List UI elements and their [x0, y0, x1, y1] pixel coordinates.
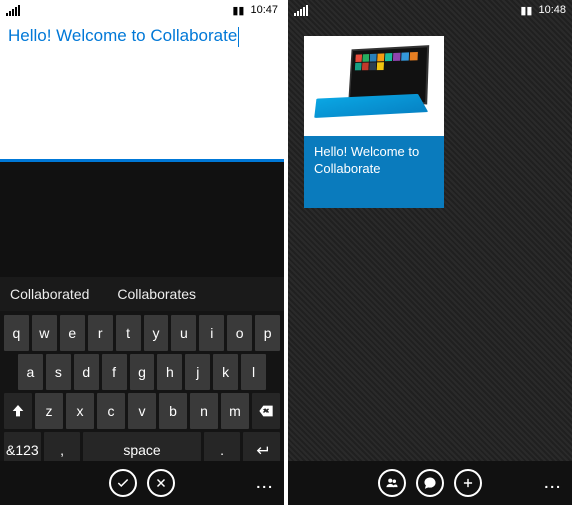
editor-background	[0, 162, 284, 277]
cancel-button[interactable]	[147, 469, 175, 497]
key-h[interactable]: h	[157, 354, 182, 390]
key-l[interactable]: l	[241, 354, 266, 390]
key-x[interactable]: x	[66, 393, 94, 429]
key-c[interactable]: c	[97, 393, 125, 429]
key-m[interactable]: m	[221, 393, 249, 429]
key-z[interactable]: z	[35, 393, 63, 429]
status-bar: ▮▮ 10:48	[288, 0, 572, 20]
chat-button[interactable]	[416, 469, 444, 497]
key-s[interactable]: s	[46, 354, 71, 390]
key-q[interactable]: q	[4, 315, 29, 351]
app-bar: ...	[288, 461, 572, 505]
keyboard-row-2: asdfghjkl	[4, 354, 280, 390]
battery-icon: ▮▮	[232, 4, 244, 17]
key-j[interactable]: j	[185, 354, 210, 390]
key-i[interactable]: i	[199, 315, 224, 351]
editor-content: Hello! Welcome to Collaborate	[8, 26, 237, 45]
text-cursor	[238, 27, 239, 47]
keyboard-row-3: zxcvbnm	[4, 393, 280, 429]
compose-screen: ▮▮ 10:47 Hello! Welcome to Collaborate C…	[0, 0, 284, 505]
add-button[interactable]	[454, 469, 482, 497]
battery-icon: ▮▮	[520, 4, 532, 17]
signal-icon	[6, 5, 20, 16]
key-y[interactable]: y	[144, 315, 169, 351]
keyboard-suggestions: Collaborated Collaborates	[0, 277, 284, 311]
feed-screen: ▮▮ 10:48 Hello! Welcome to Collaborate .…	[288, 0, 572, 505]
key-t[interactable]: t	[116, 315, 141, 351]
signal-icon	[294, 5, 308, 16]
key-a[interactable]: a	[18, 354, 43, 390]
more-button[interactable]: ...	[544, 475, 562, 491]
key-b[interactable]: b	[159, 393, 187, 429]
backspace-key[interactable]	[252, 393, 280, 429]
post-caption[interactable]: Hello! Welcome to Collaborate	[304, 136, 444, 208]
post-image[interactable]	[304, 36, 444, 136]
key-d[interactable]: d	[74, 354, 99, 390]
device-illustration	[314, 47, 434, 125]
accept-button[interactable]	[109, 469, 137, 497]
status-bar: ▮▮ 10:47	[0, 0, 284, 20]
status-time: 10:48	[538, 4, 566, 16]
people-button[interactable]	[378, 469, 406, 497]
suggestion-item[interactable]: Collaborates	[117, 286, 196, 302]
text-editor[interactable]: Hello! Welcome to Collaborate	[0, 20, 284, 162]
key-r[interactable]: r	[88, 315, 113, 351]
key-v[interactable]: v	[128, 393, 156, 429]
suggestion-item[interactable]: Collaborated	[10, 286, 89, 302]
key-o[interactable]: o	[227, 315, 252, 351]
key-e[interactable]: e	[60, 315, 85, 351]
key-n[interactable]: n	[190, 393, 218, 429]
key-w[interactable]: w	[32, 315, 57, 351]
key-k[interactable]: k	[213, 354, 238, 390]
app-bar: ...	[0, 461, 284, 505]
key-f[interactable]: f	[102, 354, 127, 390]
status-time: 10:47	[250, 4, 278, 16]
shift-key[interactable]	[4, 393, 32, 429]
key-g[interactable]: g	[130, 354, 155, 390]
key-u[interactable]: u	[171, 315, 196, 351]
more-button[interactable]: ...	[256, 475, 274, 491]
keyboard-row-1: qwertyuiop	[4, 315, 280, 351]
key-p[interactable]: p	[255, 315, 280, 351]
on-screen-keyboard: qwertyuiop asdfghjkl zxcvbnm &123 , spac…	[0, 311, 284, 475]
